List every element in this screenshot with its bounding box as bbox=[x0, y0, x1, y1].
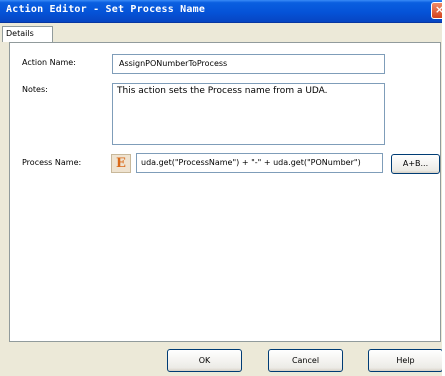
action-name-label: Action Name: bbox=[22, 58, 76, 67]
expression-builder-button[interactable]: A+B... bbox=[391, 154, 440, 174]
title-bar[interactable]: Action Editor - Set Process Name bbox=[0, 0, 442, 23]
action-editor-window: Action Editor - Set Process Name × Detai… bbox=[0, 0, 442, 376]
expression-icon[interactable]: E bbox=[111, 154, 131, 173]
notes-field[interactable]: This action sets the Process name from a… bbox=[112, 83, 385, 145]
help-button[interactable]: Help bbox=[368, 349, 442, 372]
close-icon[interactable]: × bbox=[431, 2, 442, 19]
process-name-label: Process Name: bbox=[22, 158, 82, 167]
process-name-expression-field[interactable]: uda.get("ProcessName") + "-" + uda.get("… bbox=[136, 153, 383, 173]
window-title: Action Editor - Set Process Name bbox=[6, 4, 206, 15]
action-name-field[interactable]: AssignPONumberToProcess bbox=[112, 54, 385, 74]
ok-button[interactable]: OK bbox=[167, 349, 242, 372]
notes-label: Notes: bbox=[22, 85, 48, 94]
tab-details[interactable]: Details bbox=[2, 26, 53, 42]
cancel-button[interactable]: Cancel bbox=[268, 349, 343, 372]
